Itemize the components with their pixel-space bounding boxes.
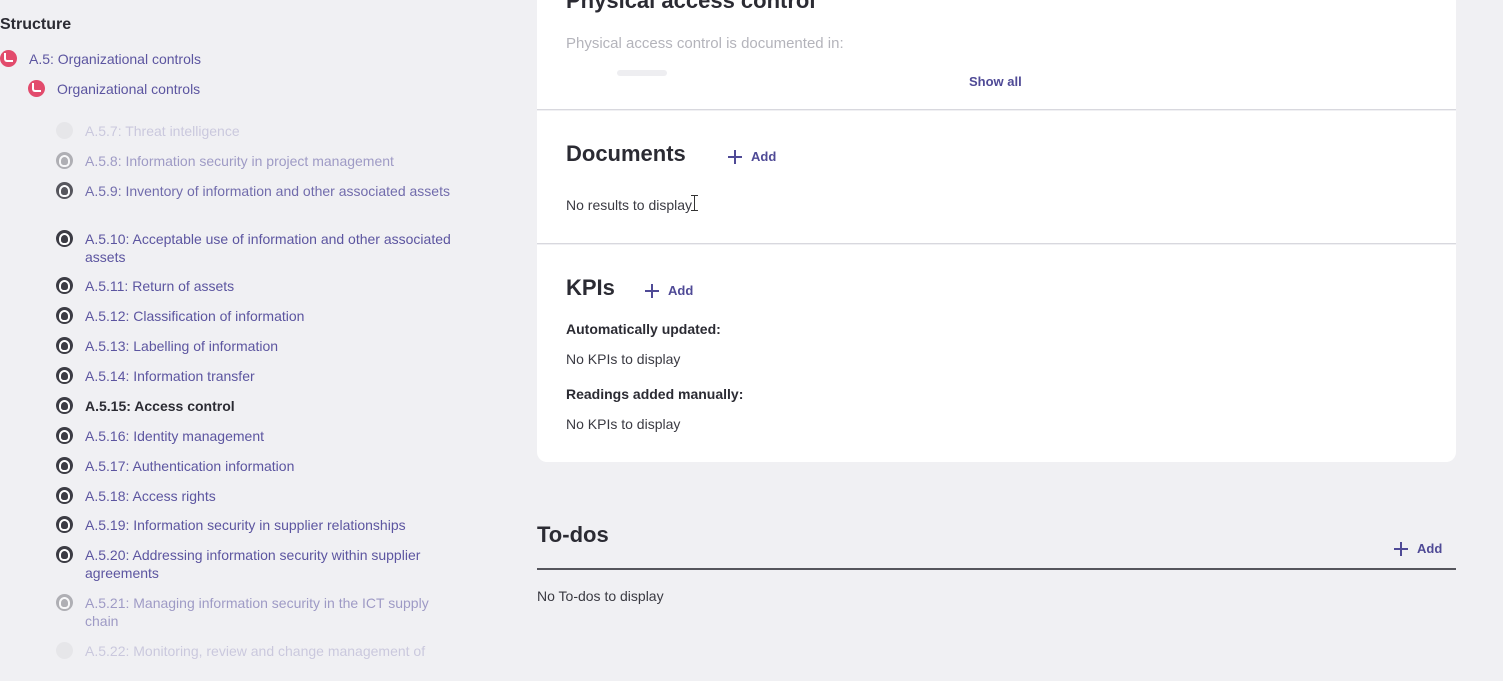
tree-item-a5[interactable]: A.5: Organizational controls bbox=[0, 50, 409, 68]
status-icon bbox=[28, 80, 45, 97]
documents-title: Documents bbox=[566, 141, 686, 166]
tree-item-label: A.5.20: Addressing information security … bbox=[85, 547, 421, 581]
tree-item-a5-22[interactable]: A.5.22: Monitoring, review and change ma… bbox=[56, 642, 465, 660]
status-icon bbox=[56, 642, 73, 659]
plus-icon bbox=[645, 283, 659, 298]
tree-item-label: A.5.17: Authentication information bbox=[85, 458, 295, 474]
documents-card: Documents Add No results to display bbox=[537, 111, 1456, 244]
todos-add-button[interactable]: Add bbox=[1394, 541, 1442, 556]
tree-item-a5-14[interactable]: A.5.14: Information transfer bbox=[56, 367, 465, 385]
status-icon bbox=[56, 594, 73, 611]
todos-divider bbox=[537, 568, 1456, 570]
status-icon bbox=[56, 397, 73, 414]
tree-item-label: A.5.13: Labelling of information bbox=[85, 338, 279, 354]
kpis-manual-empty: No KPIs to display bbox=[566, 416, 681, 432]
plus-icon bbox=[1394, 541, 1408, 556]
tree-item-label: A.5.19: Information security in supplier… bbox=[85, 517, 406, 533]
tree-item-label: A.5.7: Threat intelligence bbox=[85, 123, 240, 139]
plus-icon bbox=[728, 149, 742, 164]
todos-empty-text: No To-dos to display bbox=[537, 588, 664, 604]
physical-access-card: Physical access control Physical access … bbox=[537, 0, 1456, 110]
status-icon bbox=[56, 182, 73, 199]
tree-item-label: Organizational controls bbox=[57, 81, 201, 97]
faded-content bbox=[617, 70, 667, 76]
tree-item-label: A.5.12: Classification of information bbox=[85, 308, 305, 324]
tree-item-label: A.5.9: Inventory of information and othe… bbox=[85, 183, 450, 199]
tree-item-a5-16[interactable]: A.5.16: Identity management bbox=[56, 427, 465, 445]
tree-item-label: A.5.16: Identity management bbox=[85, 428, 264, 444]
status-icon bbox=[56, 427, 73, 444]
physical-access-title: Physical access control bbox=[566, 0, 816, 13]
tree-item-label: A.5: Organizational controls bbox=[29, 51, 201, 67]
tree-item-a5-18[interactable]: A.5.18: Access rights bbox=[56, 487, 465, 505]
tree-item-a5-7[interactable]: A.5.7: Threat intelligence bbox=[56, 122, 465, 140]
status-icon bbox=[56, 122, 73, 139]
structure-title: Structure bbox=[0, 16, 72, 33]
kpis-manual-heading: Readings added manually: bbox=[566, 386, 744, 402]
text-cursor-icon bbox=[691, 195, 700, 211]
tree-item-a5-13[interactable]: A.5.13: Labelling of information bbox=[56, 337, 465, 355]
status-icon bbox=[56, 516, 73, 533]
tree-item-label: A.5.18: Access rights bbox=[85, 488, 216, 504]
tree-item-a5-8[interactable]: A.5.8: Information security in project m… bbox=[56, 152, 465, 170]
tree-item-a5-11[interactable]: A.5.11: Return of assets bbox=[56, 277, 465, 295]
tree-item-a5-21[interactable]: A.5.21: Managing information security in… bbox=[56, 594, 465, 630]
tree-item-a5-12[interactable]: A.5.12: Classification of information bbox=[56, 307, 465, 325]
status-icon bbox=[56, 457, 73, 474]
status-icon bbox=[56, 307, 73, 324]
tree-item-label: A.5.11: Return of assets bbox=[85, 278, 235, 294]
tree-item-a5-15-selected[interactable]: A.5.15: Access control bbox=[56, 397, 465, 415]
structure-sidebar: Structure A.5: Organizational controls O… bbox=[0, 0, 480, 681]
add-label: Add bbox=[1417, 541, 1443, 556]
physical-access-text: Physical access control is documented in… bbox=[566, 35, 844, 52]
tree-item-label: A.5.22: Monitoring, review and change ma… bbox=[85, 643, 426, 659]
status-icon bbox=[56, 546, 73, 563]
tree-item-a5-19[interactable]: A.5.19: Information security in supplier… bbox=[56, 516, 465, 534]
kpis-card: KPIs Add Automatically updated: No KPIs … bbox=[537, 245, 1456, 462]
status-icon bbox=[56, 152, 73, 169]
show-all-link[interactable]: Show all bbox=[969, 74, 1022, 89]
kpis-add-button[interactable]: Add bbox=[645, 283, 693, 298]
tree-item-label: A.5.14: Information transfer bbox=[85, 368, 255, 384]
tree-item-label: A.5.21: Managing information security in… bbox=[85, 595, 429, 629]
documents-empty-text: No results to display bbox=[566, 197, 693, 213]
status-icon bbox=[56, 367, 73, 384]
kpis-title: KPIs bbox=[566, 275, 615, 300]
status-icon bbox=[56, 230, 73, 247]
tree-item-a5-20[interactable]: A.5.20: Addressing information security … bbox=[56, 546, 465, 582]
kpis-auto-heading: Automatically updated: bbox=[566, 321, 721, 337]
status-icon bbox=[56, 337, 73, 354]
tree-item-label: A.5.15: Access control bbox=[85, 398, 235, 414]
documents-add-button[interactable]: Add bbox=[728, 149, 776, 164]
tree-item-organizational-controls[interactable]: Organizational controls bbox=[28, 80, 437, 98]
add-label: Add bbox=[751, 149, 777, 164]
tree-item-a5-9[interactable]: A.5.9: Inventory of information and othe… bbox=[56, 182, 465, 200]
kpis-auto-empty: No KPIs to display bbox=[566, 351, 681, 367]
tree-item-a5-17[interactable]: A.5.17: Authentication information bbox=[56, 457, 465, 475]
tree-item-a5-10[interactable]: A.5.10: Acceptable use of information an… bbox=[56, 230, 465, 266]
status-icon bbox=[56, 487, 73, 504]
todos-title: To-dos bbox=[537, 522, 609, 547]
tree-item-label: A.5.8: Information security in project m… bbox=[85, 153, 394, 169]
tree-item-label: A.5.10: Acceptable use of information an… bbox=[85, 231, 451, 265]
add-label: Add bbox=[668, 283, 694, 298]
status-icon bbox=[0, 50, 17, 67]
status-icon bbox=[56, 277, 73, 294]
